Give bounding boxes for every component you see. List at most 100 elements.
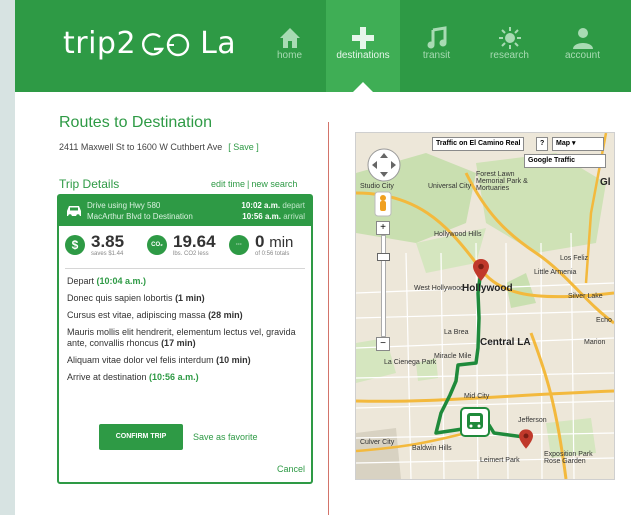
- metric-co2-sub: lbs. CO2 less: [173, 251, 209, 257]
- logo[interactable]: trip2 La: [63, 26, 236, 61]
- plus-icon: [352, 27, 374, 49]
- start-marker-icon[interactable]: [473, 259, 489, 281]
- trip-steps: Depart (10:04 a.m.) Donec quis sapien lo…: [67, 276, 305, 389]
- nav-transit[interactable]: transit: [400, 0, 473, 92]
- actions-separator: |: [247, 179, 250, 189]
- map-label: Culver City: [360, 439, 395, 446]
- main-nav: home destinations transit research accou…: [253, 0, 619, 93]
- site-header: trip2 La home destinations transit resea…: [15, 0, 631, 93]
- trip-card-header: Drive using Hwy 580 MacArthur Blvd to De…: [59, 196, 311, 226]
- save-route-link[interactable]: [ Save ]: [228, 142, 259, 152]
- zoom-track[interactable]: [381, 235, 386, 337]
- logo-go-mark: [138, 29, 198, 61]
- metric-time-sub: of 0:56 totals: [255, 251, 290, 257]
- sun-icon: [498, 27, 521, 49]
- column-divider: [328, 122, 329, 515]
- zoom-control[interactable]: + −: [376, 221, 390, 351]
- new-search-link[interactable]: new search: [251, 179, 297, 189]
- map-label: Marion: [584, 339, 606, 346]
- map-label: West Hollywood: [414, 285, 465, 292]
- chevron-down-icon: ▾: [571, 140, 576, 147]
- street-view-icon[interactable]: [374, 191, 392, 217]
- map-label: Universal City: [428, 183, 472, 190]
- zoom-out-button[interactable]: −: [376, 337, 390, 351]
- step-text: Depart: [67, 276, 97, 286]
- metric-co2-value: 19.64: [173, 232, 216, 251]
- trip-metrics: $ 3.85 saves $1.44 CO₂ 19.64 lbs. CO2 le…: [59, 230, 311, 266]
- bus-stop-icon[interactable]: [460, 407, 490, 437]
- end-marker-icon[interactable]: [519, 429, 533, 449]
- page: trip2 La home destinations transit resea…: [15, 0, 631, 515]
- card-divider: [65, 268, 305, 269]
- map-label: Gl: [600, 177, 611, 188]
- google-traffic-toggle[interactable]: Google Traffic: [524, 154, 606, 168]
- traffic-help-button[interactable]: ?: [536, 137, 549, 151]
- dollar-icon: $: [65, 235, 85, 255]
- zoom-thumb[interactable]: [377, 253, 390, 261]
- trip-step: Mauris mollis elit hendrerit, elementum …: [67, 327, 305, 349]
- step-time: (10:04 a.m.): [96, 276, 147, 286]
- metric-cost-value: 3.85: [91, 232, 125, 251]
- home-icon: [279, 28, 300, 48]
- confirm-trip-button[interactable]: CONFIRM TRIP: [99, 424, 183, 450]
- map-label: Silver Lake: [568, 293, 603, 300]
- nav-account[interactable]: account: [546, 0, 619, 92]
- nav-home-label: home: [276, 50, 302, 61]
- map-label: Los Feliz: [560, 255, 589, 262]
- map-type-value: Map: [556, 140, 570, 147]
- drive-description: Drive using Hwy 580 MacArthur Blvd to De…: [87, 200, 193, 222]
- nav-destinations-label: destinations: [336, 50, 390, 61]
- depart-label: depart: [282, 201, 305, 210]
- time-icon: ···: [229, 235, 249, 255]
- route-map[interactable]: Traffic on El Camino Real ? Map ▾ Google…: [355, 132, 615, 480]
- nav-research[interactable]: research: [473, 0, 546, 92]
- save-favorite-link[interactable]: Save as favorite: [193, 432, 258, 442]
- metric-time-number: 0: [255, 232, 265, 251]
- step-time: (10:56 a.m.): [149, 372, 199, 382]
- step-text: Aliquam vitae dolor vel felis interdum: [67, 355, 217, 365]
- route-addresses: 2411 Maxwell St to 1600 W Cuthbert Ave [ …: [59, 142, 259, 152]
- arrival-label: arrival: [283, 212, 305, 221]
- map-label: Little Armenia: [534, 269, 577, 276]
- map-label: Miracle Mile: [434, 353, 472, 360]
- step-duration: (10 min): [216, 355, 251, 365]
- map-label: Hollywood Hills: [434, 231, 482, 238]
- map-label: Echo: [596, 317, 612, 324]
- cancel-link[interactable]: Cancel: [277, 464, 305, 474]
- step-text: Donec quis sapien lobortis: [67, 293, 176, 303]
- pan-control[interactable]: [364, 145, 404, 185]
- map-label: Exposition Park Rose Garden: [544, 451, 593, 465]
- metric-time-value: 0 min: [255, 232, 293, 252]
- co2-icon: CO₂: [147, 235, 167, 255]
- traffic-button[interactable]: Traffic on El Camino Real: [432, 137, 525, 151]
- nav-home[interactable]: home: [253, 0, 326, 92]
- map-label: Mid City: [464, 393, 490, 400]
- zoom-in-button[interactable]: +: [376, 221, 390, 235]
- logo-prefix: trip2: [63, 26, 137, 61]
- trip-actions: edit time | new search: [211, 179, 297, 189]
- trip-times: 10:02 a.m. depart 10:56 a.m. arrival: [241, 200, 305, 222]
- nav-account-label: account: [564, 50, 601, 61]
- nav-transit-label: transit: [422, 50, 451, 61]
- nav-research-label: research: [490, 50, 529, 61]
- page-title: Routes to Destination: [59, 114, 212, 131]
- trip-step: Arrive at destination (10:56 a.m.): [67, 372, 305, 383]
- active-tab-caret: [352, 82, 374, 93]
- map-label: Hollywood: [462, 283, 513, 294]
- trip-details-heading: Trip Details: [59, 177, 120, 191]
- trip-step: Cursus est vitae, adipiscing massa (28 m…: [67, 310, 305, 321]
- trip-step: Depart (10:04 a.m.): [67, 276, 305, 287]
- depart-time: 10:02 a.m.: [241, 201, 281, 210]
- map-type-select[interactable]: Map ▾: [552, 137, 604, 151]
- music-note-icon: [427, 26, 446, 49]
- step-duration: (17 min): [161, 338, 196, 348]
- edit-time-link[interactable]: edit time: [211, 179, 245, 189]
- trip-step: Aliquam vitae dolor vel felis interdum (…: [67, 355, 305, 366]
- map-label: Baldwin Hills: [412, 445, 452, 452]
- trip-card: Drive using Hwy 580 MacArthur Blvd to De…: [57, 194, 313, 484]
- car-icon: [67, 206, 81, 218]
- nav-destinations[interactable]: destinations: [326, 0, 400, 93]
- map-label: Studio City: [360, 183, 394, 190]
- drive-line-2: MacArthur Blvd to Destination: [87, 212, 193, 221]
- metric-time-unit: min: [269, 234, 294, 251]
